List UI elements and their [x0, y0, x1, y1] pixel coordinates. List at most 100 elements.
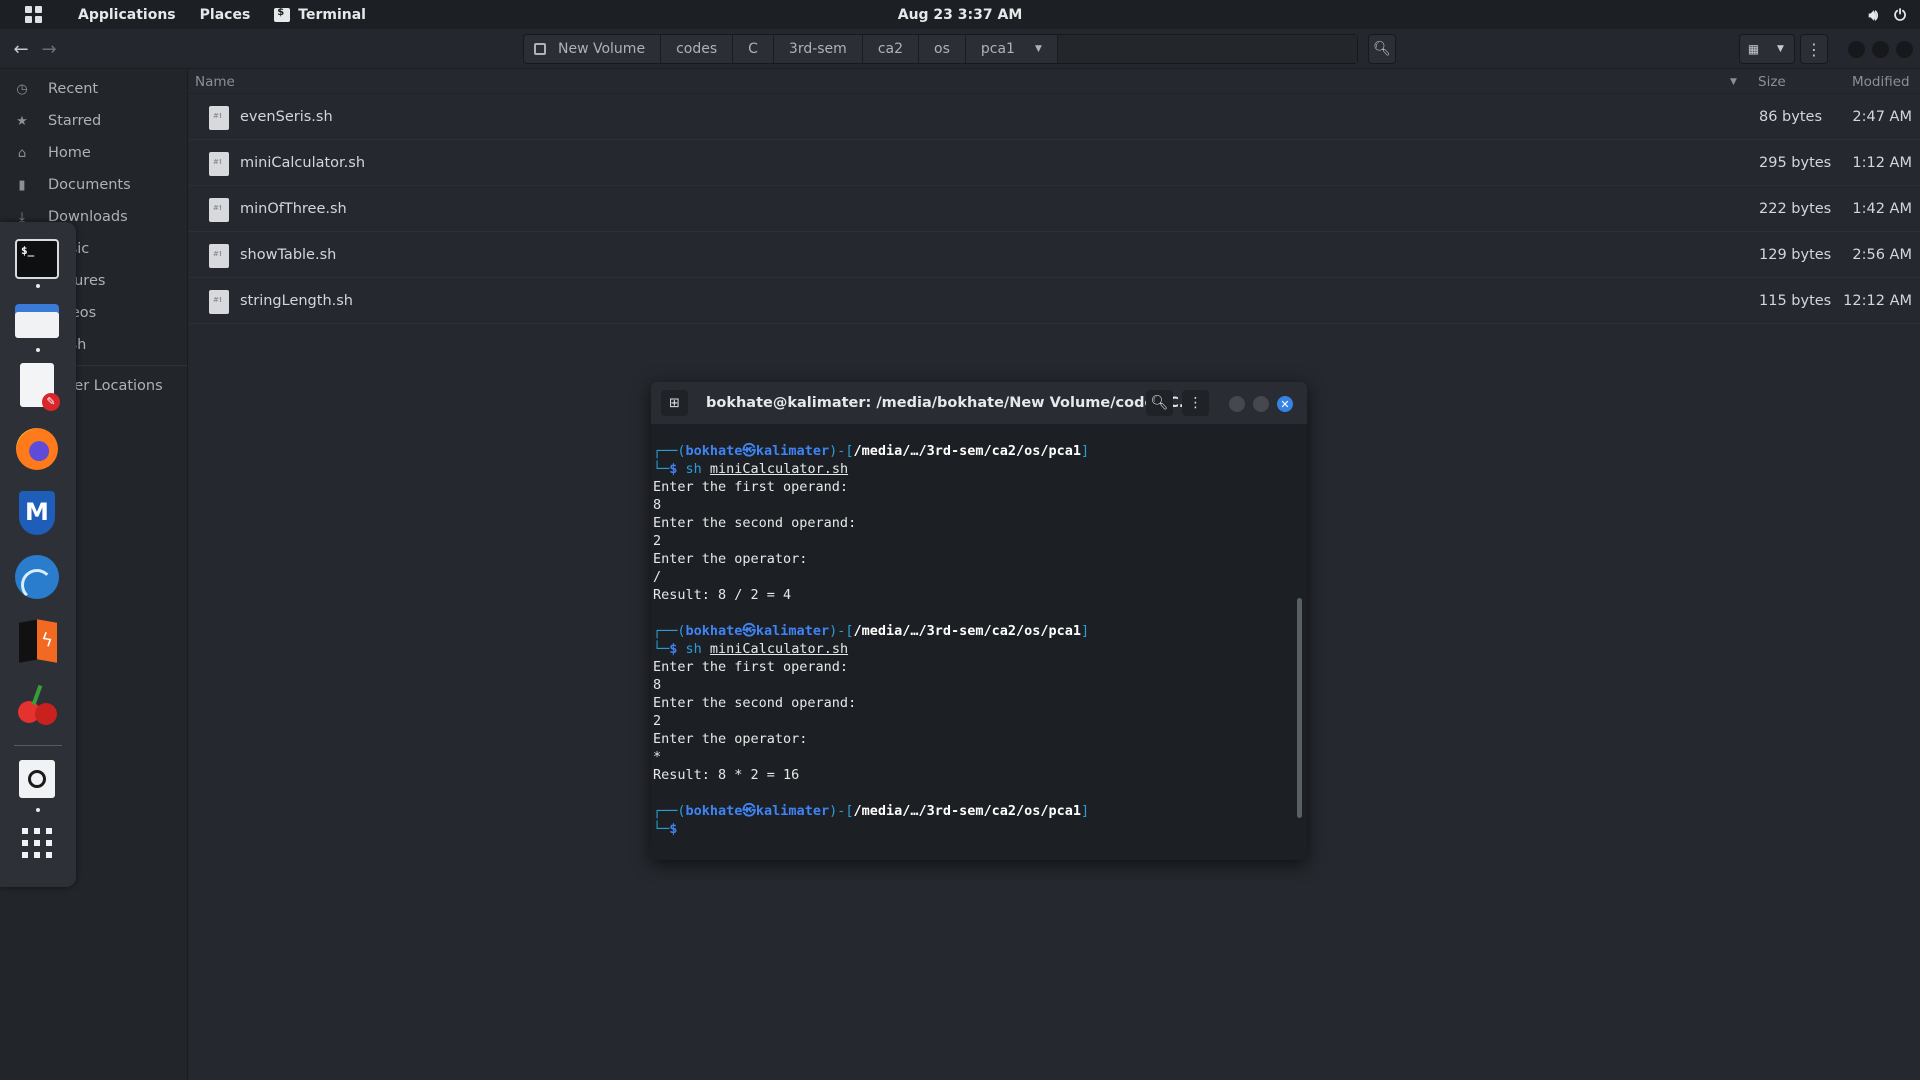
- sidebar-item-home[interactable]: ⌂ Home: [0, 137, 187, 169]
- path-empty-area[interactable]: [1056, 35, 1357, 63]
- home-icon: ⌂: [17, 145, 27, 161]
- dock-firefox[interactable]: [14, 426, 60, 472]
- terminal-icon: [274, 7, 291, 22]
- script-file-icon: [209, 106, 229, 130]
- output-line: *: [653, 749, 662, 765]
- breadcrumb-codes[interactable]: codes: [661, 35, 734, 63]
- prompt-line: ┌──(bokhate㉿kalimater)-[/media/…/3rd-sem…: [653, 443, 1090, 459]
- sidebar-item-starred[interactable]: ★ Starred: [0, 105, 187, 137]
- script-file-icon: [209, 290, 229, 314]
- sidebar-item-label: Home: [48, 145, 91, 161]
- path-bar: New Volume codes C 3rd-sem ca2 os pca1 ▼: [523, 34, 1358, 64]
- close-button[interactable]: [1896, 41, 1913, 58]
- file-modified: 1:42 AM: [1852, 200, 1912, 217]
- command-line[interactable]: └─$: [653, 820, 1307, 838]
- activities-grid-icon[interactable]: [0, 0, 66, 29]
- document-icon: ▮: [18, 177, 26, 193]
- sidebar-item-label: Starred: [48, 113, 102, 129]
- breadcrumb-label: New Volume: [558, 41, 646, 57]
- breadcrumb-os[interactable]: os: [919, 35, 966, 63]
- new-tab-button[interactable]: ⊞: [661, 390, 688, 416]
- sidebar-item-recent[interactable]: ◷ Recent: [0, 73, 187, 105]
- show-applications-button[interactable]: [14, 820, 60, 866]
- file-row[interactable]: miniCalculator.sh 295 bytes 1:12 AM: [189, 140, 1920, 186]
- kebab-menu-icon: ⋮: [1188, 395, 1203, 411]
- forward-button[interactable]: →: [37, 36, 61, 62]
- output-line: Enter the first operand:: [653, 479, 849, 495]
- volume-icon[interactable]: 🔊︎: [1869, 6, 1878, 24]
- clock[interactable]: Aug 23 3:37 AM: [898, 0, 1023, 29]
- terminal-header-bar[interactable]: ⊞ bokhate@kalimater: /media/bokhate/New …: [651, 382, 1307, 424]
- file-size: 222 bytes: [1759, 200, 1832, 217]
- file-modified: 2:47 AM: [1852, 108, 1912, 125]
- list-header: Name ▼ Size Modified: [189, 70, 1920, 94]
- file-row[interactable]: showTable.sh 129 bytes 2:56 AM: [189, 232, 1920, 278]
- main-menu-button[interactable]: ⋮: [1800, 34, 1828, 64]
- places-menu[interactable]: Places: [188, 0, 263, 29]
- metasploit-icon: M: [19, 491, 55, 535]
- dock-wireshark[interactable]: [14, 554, 60, 600]
- terminal-app-menu[interactable]: Terminal: [262, 0, 378, 29]
- search-icon: 🔍︎: [1373, 41, 1391, 57]
- output-line: /: [653, 569, 662, 585]
- star-icon: ★: [16, 113, 28, 129]
- file-row[interactable]: stringLength.sh 115 bytes 12:12 AM: [189, 278, 1920, 324]
- column-header-size[interactable]: Size: [1758, 74, 1786, 90]
- file-modified: 12:12 AM: [1843, 292, 1912, 309]
- applications-menu[interactable]: Applications: [66, 0, 188, 29]
- command-line: └─$ sh miniCalculator.sh: [653, 461, 849, 477]
- dock-files[interactable]: [14, 298, 60, 344]
- dock-text-editor[interactable]: ✎: [14, 362, 60, 411]
- output-line: 8: [653, 677, 662, 693]
- search-icon: 🔍︎: [1150, 395, 1169, 411]
- clock-icon: ◷: [16, 81, 28, 97]
- sidebar-item-documents[interactable]: ▮ Documents: [0, 169, 187, 201]
- breadcrumb-pca1[interactable]: pca1 ▼: [966, 35, 1057, 63]
- app-grid-icon: [22, 828, 52, 858]
- screenshot-icon: [19, 760, 55, 798]
- breadcrumb-c[interactable]: C: [733, 35, 774, 63]
- output-line: 2: [653, 533, 662, 549]
- breadcrumb-new-volume[interactable]: New Volume: [524, 35, 662, 63]
- output-line: Enter the second operand:: [653, 695, 857, 711]
- dock-separator: [14, 745, 62, 746]
- file-size: 129 bytes: [1759, 246, 1832, 263]
- back-button[interactable]: ←: [9, 36, 33, 62]
- column-header-modified[interactable]: Modified: [1852, 74, 1910, 90]
- terminal-output[interactable]: ┌──(bokhate㉿kalimater)-[/media/…/3rd-sem…: [651, 424, 1307, 860]
- terminal-close-button[interactable]: ✕: [1277, 396, 1293, 412]
- file-modified: 2:56 AM: [1852, 246, 1912, 263]
- terminal-window[interactable]: ⊞ bokhate@kalimater: /media/bokhate/New …: [651, 382, 1307, 860]
- file-manager-toolbar: ← → New Volume codes C 3rd-sem ca2 os pc…: [0, 29, 1920, 69]
- terminal-maximize-button[interactable]: [1253, 396, 1269, 412]
- terminal-menu-button[interactable]: ⋮: [1182, 390, 1209, 416]
- file-name: evenSeris.sh: [240, 108, 333, 125]
- dock-metasploit[interactable]: M: [14, 490, 60, 536]
- terminal-search-button[interactable]: 🔍︎: [1146, 390, 1173, 416]
- cherry-icon: [15, 683, 59, 727]
- kebab-menu-icon: ⋮: [1806, 39, 1822, 59]
- search-button[interactable]: 🔍︎: [1368, 34, 1396, 64]
- dock-terminal[interactable]: $_: [14, 236, 60, 282]
- script-file-icon: [209, 198, 229, 222]
- dock-cherrytree[interactable]: [14, 682, 60, 728]
- file-row[interactable]: minOfThree.sh 222 bytes 1:42 AM: [189, 186, 1920, 232]
- wireshark-icon: [15, 555, 59, 599]
- terminal-minimize-button[interactable]: [1229, 396, 1245, 412]
- text-editor-icon: ✎: [20, 363, 60, 411]
- column-header-name[interactable]: Name: [195, 74, 235, 90]
- breadcrumb-3rd-sem[interactable]: 3rd-sem: [774, 35, 863, 63]
- terminal-scrollbar[interactable]: [1297, 598, 1302, 818]
- file-name: minOfThree.sh: [240, 200, 347, 217]
- maximize-button[interactable]: [1872, 41, 1889, 58]
- power-icon[interactable]: ⏻: [1894, 6, 1906, 24]
- dock-screenshot[interactable]: [14, 756, 60, 802]
- breadcrumb-ca2[interactable]: ca2: [863, 35, 919, 63]
- view-options-dropdown[interactable]: ▼: [1767, 35, 1794, 63]
- terminal-icon: $_: [15, 239, 59, 279]
- grid-view-button[interactable]: ▦: [1740, 35, 1767, 63]
- minimize-button[interactable]: [1848, 41, 1865, 58]
- file-row[interactable]: evenSeris.sh 86 bytes 2:47 AM: [189, 94, 1920, 140]
- dock-burpsuite[interactable]: ϟ: [14, 618, 60, 664]
